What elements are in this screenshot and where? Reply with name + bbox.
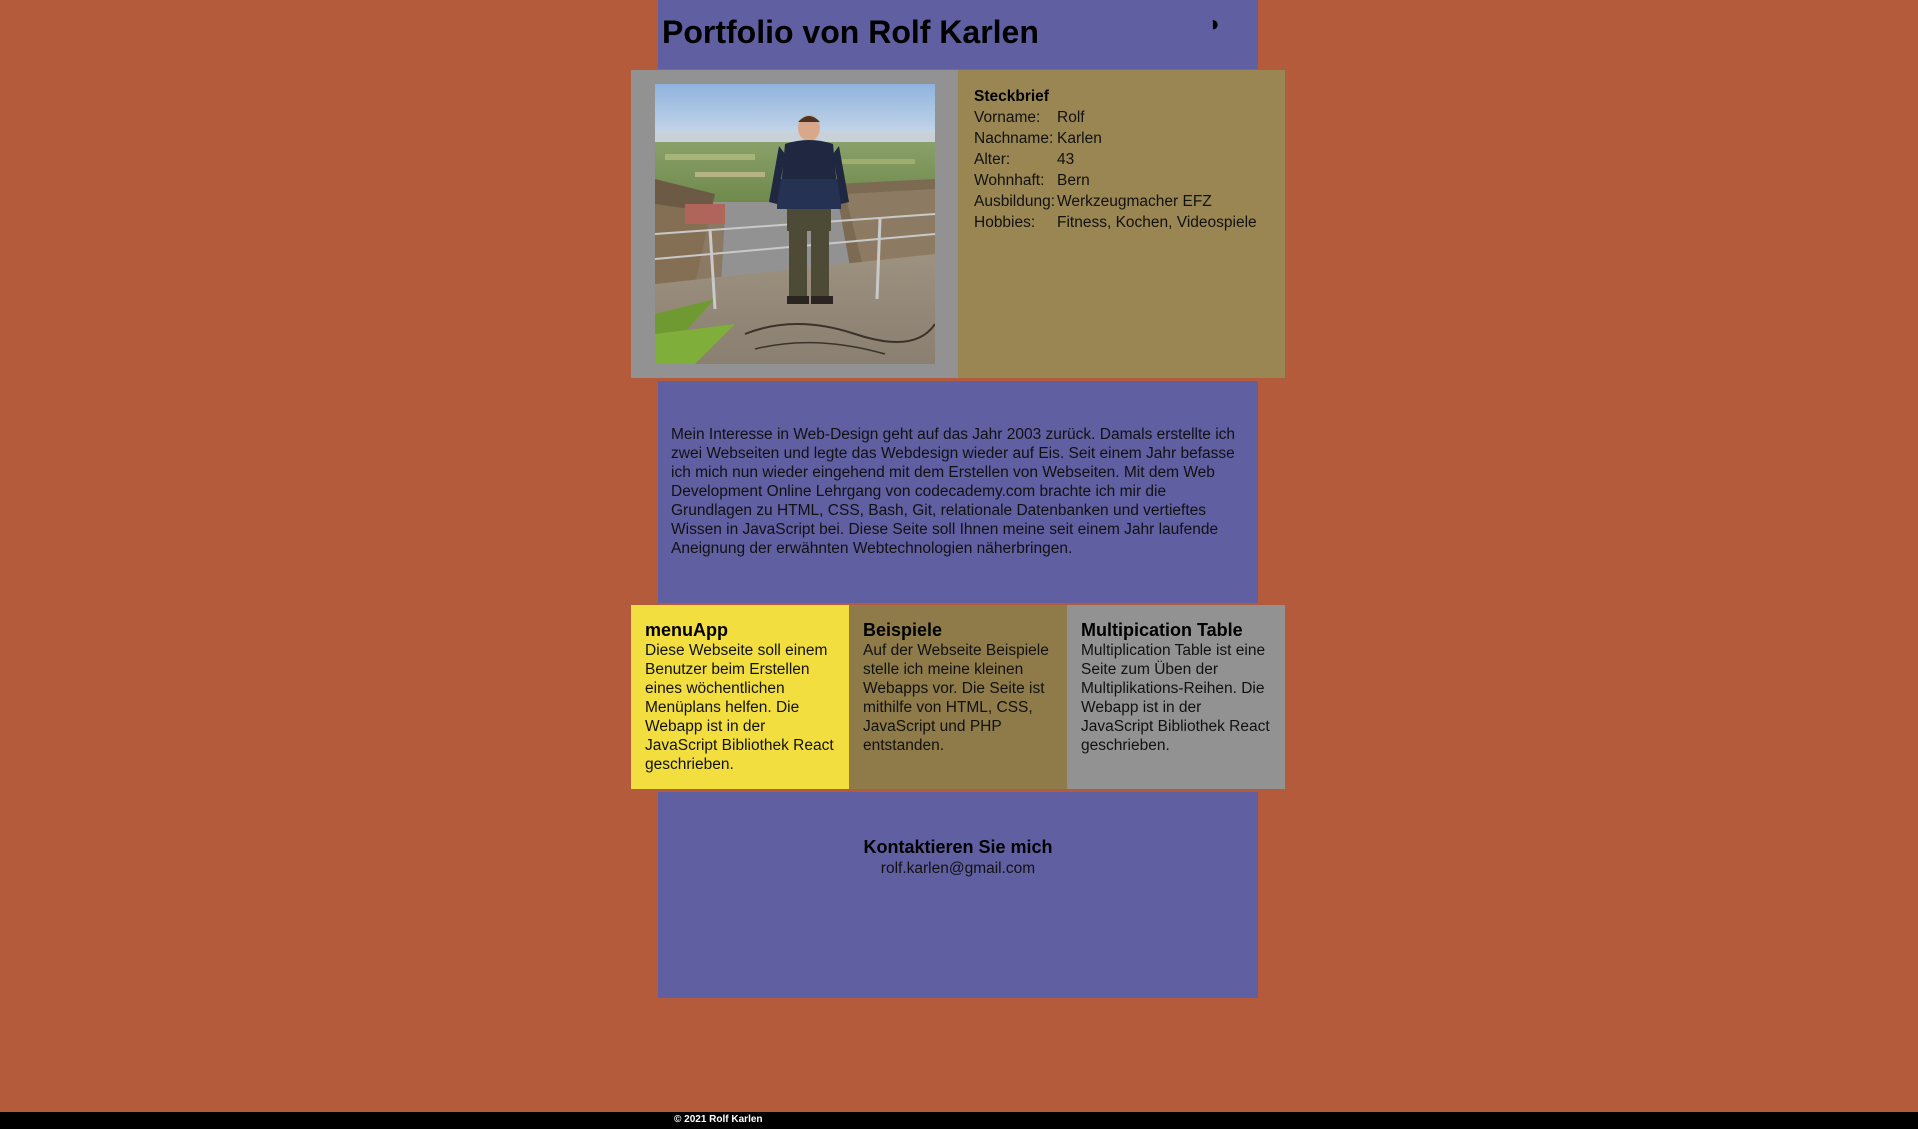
project-description: Auf der Webseite Beispiele stelle ich me… bbox=[863, 642, 1049, 754]
steckbrief-key: Ausbildung: bbox=[974, 193, 1056, 210]
page-title: Portfolio von Rolf Karlen bbox=[662, 14, 1039, 50]
steckbrief-table: Vorname: Rolf Nachname: Karlen Alter: 43… bbox=[974, 107, 1257, 233]
steckbrief-key: Wohnhaft: bbox=[974, 172, 1045, 189]
footer: © 2021 Rolf Karlen bbox=[0, 1112, 1918, 1129]
about-section: Mein Interesse in Web-Design geht auf da… bbox=[658, 381, 1258, 603]
contact-section: Kontaktieren Sie mich rolf.karlen@gmail.… bbox=[658, 792, 1258, 998]
project-card-multiplication-table[interactable]: Multipication Table Multiplication Table… bbox=[1067, 605, 1285, 789]
steckbrief-value: Karlen bbox=[1057, 130, 1102, 147]
project-card-beispiele[interactable]: Beispiele Auf der Webseite Beispiele ste… bbox=[849, 605, 1067, 789]
about-text: Mein Interesse in Web-Design geht auf da… bbox=[671, 426, 1236, 557]
project-title: Beispiele bbox=[863, 620, 943, 640]
contact-title: Kontaktieren Sie mich bbox=[863, 837, 1053, 857]
steckbrief-row: Wohnhaft: Bern bbox=[974, 170, 1257, 191]
steckbrief-row: Alter: 43 bbox=[974, 149, 1257, 170]
steckbrief-title: Steckbrief bbox=[974, 88, 1049, 105]
portrait-photo bbox=[655, 84, 935, 364]
steckbrief-value: Fitness, Kochen, Videospiele bbox=[1057, 214, 1257, 231]
project-description: Multiplication Table ist eine Seite zum … bbox=[1081, 642, 1270, 754]
steckbrief-value: 43 bbox=[1057, 151, 1075, 168]
header: Portfolio von Rolf Karlen ◑ bbox=[658, 0, 1258, 69]
steckbrief-value: Bern bbox=[1057, 172, 1090, 189]
profile-section: Steckbrief Vorname: Rolf Nachname: Karle… bbox=[631, 70, 1285, 378]
steckbrief-value: Rolf bbox=[1057, 109, 1085, 126]
steckbrief-key: Hobbies: bbox=[974, 214, 1036, 231]
steckbrief-key: Vorname: bbox=[974, 109, 1041, 126]
steckbrief-value: Werkzeugmacher EFZ bbox=[1057, 193, 1212, 210]
steckbrief-row: Ausbildung: Werkzeugmacher EFZ bbox=[974, 191, 1257, 212]
projects-section: menuApp Diese Webseite soll einem Benutz… bbox=[631, 605, 1285, 789]
steckbrief-panel: Steckbrief Vorname: Rolf Nachname: Karle… bbox=[958, 70, 1285, 378]
steckbrief-key: Alter: bbox=[974, 151, 1011, 168]
copyright-text: © 2021 Rolf Karlen bbox=[674, 1114, 763, 1125]
page: Portfolio von Rolf Karlen ◑ Steckbrief V… bbox=[0, 0, 1918, 1129]
project-description: Diese Webseite soll einem Benutzer beim … bbox=[645, 642, 834, 773]
theme-toggle-icon[interactable]: ◑ bbox=[1198, 9, 1228, 39]
steckbrief-row: Vorname: Rolf bbox=[974, 107, 1257, 128]
photo-panel bbox=[631, 70, 958, 378]
steckbrief-key: Nachname: bbox=[974, 130, 1054, 147]
project-title: menuApp bbox=[645, 620, 728, 640]
steckbrief-row: Hobbies: Fitness, Kochen, Videospiele bbox=[974, 212, 1257, 233]
project-title: Multipication Table bbox=[1081, 620, 1243, 640]
project-card-menuapp[interactable]: menuApp Diese Webseite soll einem Benutz… bbox=[631, 605, 849, 789]
steckbrief-row: Nachname: Karlen bbox=[974, 128, 1257, 149]
contact-email-link[interactable]: rolf.karlen@gmail.com bbox=[658, 859, 1258, 878]
